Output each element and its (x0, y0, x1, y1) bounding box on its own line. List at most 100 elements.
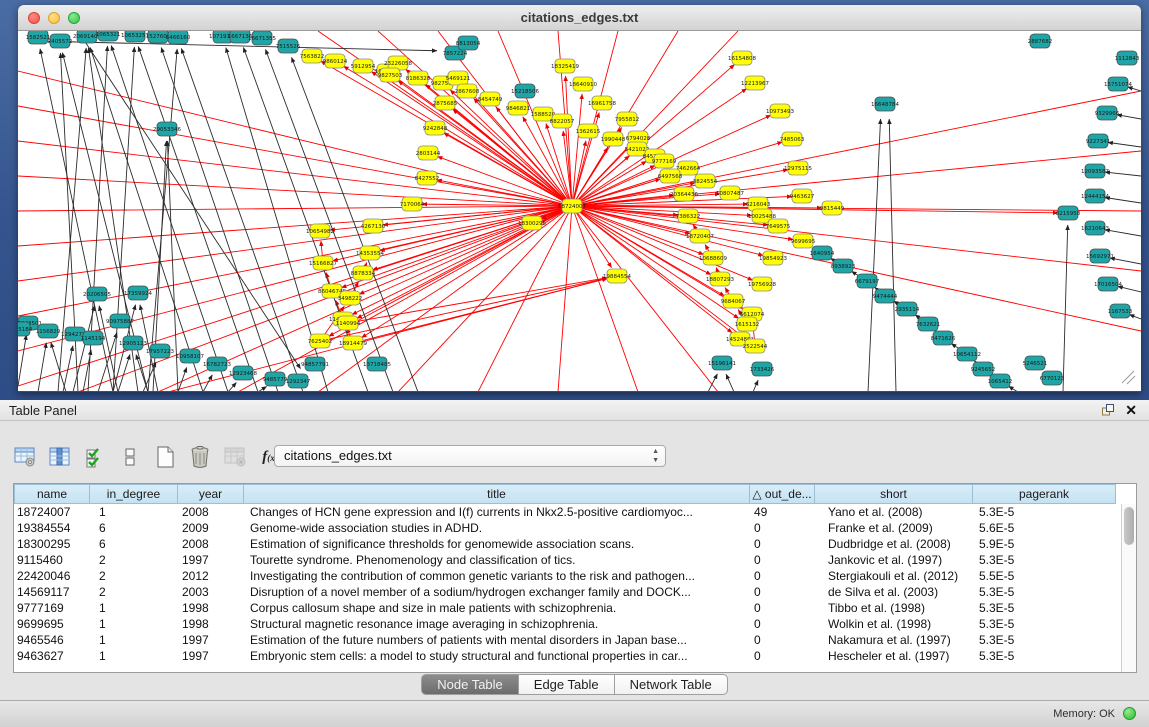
graph-node[interactable]: 17957223 (146, 344, 174, 358)
graph-edge[interactable] (478, 206, 572, 391)
graph-node[interactable]: 15692971 (1086, 249, 1114, 263)
graph-node[interactable]: 8186328 (406, 71, 431, 85)
graph-edge[interactable] (1117, 115, 1141, 119)
graph-edge[interactable] (181, 48, 303, 391)
graph-edge[interactable] (572, 206, 612, 268)
graph-node[interactable]: 16782723 (203, 357, 231, 371)
graph-edge[interactable] (868, 119, 881, 391)
graph-node[interactable]: 1145194 (81, 331, 106, 345)
network-window[interactable]: citations_edges.txt 18724007756382298601… (18, 5, 1141, 392)
graph-node[interactable]: 1615132 (735, 317, 760, 331)
graph-node[interactable]: 5469121 (446, 71, 471, 85)
graph-node[interactable]: 9815449 (820, 201, 845, 215)
graph-edge[interactable] (889, 119, 896, 391)
graph-node[interactable]: 16154808 (728, 51, 756, 65)
table-row[interactable]: 911546021997Tourette syndrome. Phenomeno… (14, 552, 1118, 568)
graph-node[interactable]: 20206505 (83, 287, 111, 301)
graph-edge[interactable] (572, 206, 768, 225)
graph-node[interactable]: 1582521 (26, 31, 51, 44)
tab-edge-table[interactable]: Edge Table (519, 674, 615, 695)
delete-table-icon[interactable] (222, 444, 248, 470)
graph-node[interactable]: 1065321 (96, 31, 121, 41)
graph-node[interactable]: 17016504 (1094, 277, 1122, 291)
graph-node[interactable]: 1362615 (576, 124, 601, 138)
graph-edge[interactable] (348, 278, 607, 323)
graph-node[interactable]: 94857791 (301, 357, 329, 371)
graph-node[interactable]: 5246521 (1023, 356, 1048, 370)
graph-node[interactable]: 16210643 (1081, 221, 1109, 235)
graph-node[interactable]: 15166827 (309, 256, 337, 270)
column-header-short[interactable]: short (815, 484, 973, 504)
graph-node[interactable]: 12905123 (119, 336, 147, 350)
graph-node[interactable]: 16961758 (588, 96, 616, 110)
graph-node[interactable]: 10654982 (306, 224, 334, 238)
graph-node[interactable]: 18720407 (686, 229, 714, 243)
graph-node[interactable]: 3498222 (338, 291, 363, 305)
zoom-window-button[interactable] (68, 12, 80, 24)
new-table-icon[interactable] (152, 444, 178, 470)
column-header-out_de[interactable]: △ out_de... (750, 484, 815, 504)
graph-edge[interactable] (73, 306, 95, 391)
graph-node[interactable]: 16648784 (871, 97, 899, 111)
graph-node[interactable]: 6466160 (166, 31, 191, 44)
table-row[interactable]: 969969511998Structural magnetic resonanc… (14, 616, 1118, 632)
table-row[interactable]: 1938455462009Genome-wide association stu… (14, 520, 1118, 536)
graph-node[interactable]: 7386322 (676, 209, 701, 223)
graph-node[interactable]: 3824554 (693, 174, 718, 188)
graph-edge[interactable] (1105, 230, 1141, 236)
memory-status-indicator[interactable] (1123, 707, 1136, 720)
table-row[interactable]: 2242004622012Investigating the contribut… (14, 568, 1118, 584)
graph-node[interactable]: 8878334 (351, 266, 376, 280)
graph-node[interactable]: 14353554 (356, 246, 384, 260)
table-row[interactable]: 946362711997Embryonic stem cells: a mode… (14, 648, 1118, 664)
graph-node[interactable]: 18914479 (339, 336, 367, 350)
minimize-window-button[interactable] (48, 12, 60, 24)
graph-edge[interactable] (1129, 315, 1141, 319)
graph-node[interactable]: 1156829 (36, 324, 61, 338)
graph-node[interactable]: 4267130 (361, 219, 386, 233)
network-canvas[interactable]: 1872400775638229860124591295416543352322… (18, 31, 1141, 391)
graph-node[interactable]: 2522544 (743, 339, 768, 353)
graph-edge[interactable] (18, 335, 26, 386)
graph-node[interactable]: 17359924 (124, 286, 152, 300)
graph-node[interactable]: 8813054 (456, 36, 481, 50)
graph-node[interactable]: 9474444 (873, 289, 898, 303)
graph-edge[interactable] (90, 48, 203, 391)
graph-node[interactable]: 8938923 (831, 259, 856, 273)
table-row[interactable]: 946554611997Estimation of the future num… (14, 632, 1118, 648)
network-window-titlebar[interactable]: citations_edges.txt (18, 5, 1141, 31)
graph-edge[interactable] (38, 343, 46, 391)
graph-node[interactable]: 7625402 (308, 334, 333, 348)
graph-node[interactable]: 19756928 (748, 277, 776, 291)
graph-node[interactable]: 20364436 (670, 187, 698, 201)
graph-node[interactable]: 1990448 (601, 132, 626, 146)
graph-edge[interactable] (437, 156, 572, 206)
graph-node[interactable]: 7563822 (300, 49, 325, 63)
graph-node[interactable]: 9777169 (652, 154, 677, 168)
graph-node[interactable]: 1065412 (988, 374, 1013, 388)
graph-edge[interactable] (572, 206, 753, 280)
column-header-in_degree[interactable]: in_degree (90, 484, 178, 504)
graph-node[interactable]: 10807487 (716, 186, 744, 200)
graph-node[interactable]: 18325419 (551, 59, 579, 73)
graph-edge[interactable] (708, 374, 717, 391)
graph-node[interactable]: 12444154 (1081, 189, 1109, 203)
graph-node[interactable]: 15218506 (511, 84, 539, 98)
graph-edge[interactable] (726, 374, 734, 391)
show-columns-icon[interactable] (47, 444, 73, 470)
float-panel-icon[interactable] (1101, 403, 1115, 417)
graph-node[interactable]: 9463627 (790, 189, 815, 203)
resize-grip[interactable] (1122, 371, 1135, 384)
graph-edge[interactable] (572, 206, 1141, 331)
graph-edge[interactable] (1009, 386, 1018, 391)
graph-node[interactable]: 19854923 (759, 251, 787, 265)
tab-node-table[interactable]: Node Table (421, 674, 519, 695)
graph-node[interactable]: 9227341 (1086, 134, 1111, 148)
table-row[interactable]: 1456911722003Disruption of a novel membe… (14, 584, 1118, 600)
scrollbar-thumb[interactable] (1124, 507, 1134, 545)
graph-node[interactable]: 16671355 (248, 31, 276, 45)
graph-node[interactable]: 15196141 (708, 356, 736, 370)
graph-node[interactable]: 15751074 (1104, 77, 1132, 91)
graph-node[interactable]: 9699695 (791, 234, 816, 248)
row-height-icon[interactable] (117, 444, 143, 470)
